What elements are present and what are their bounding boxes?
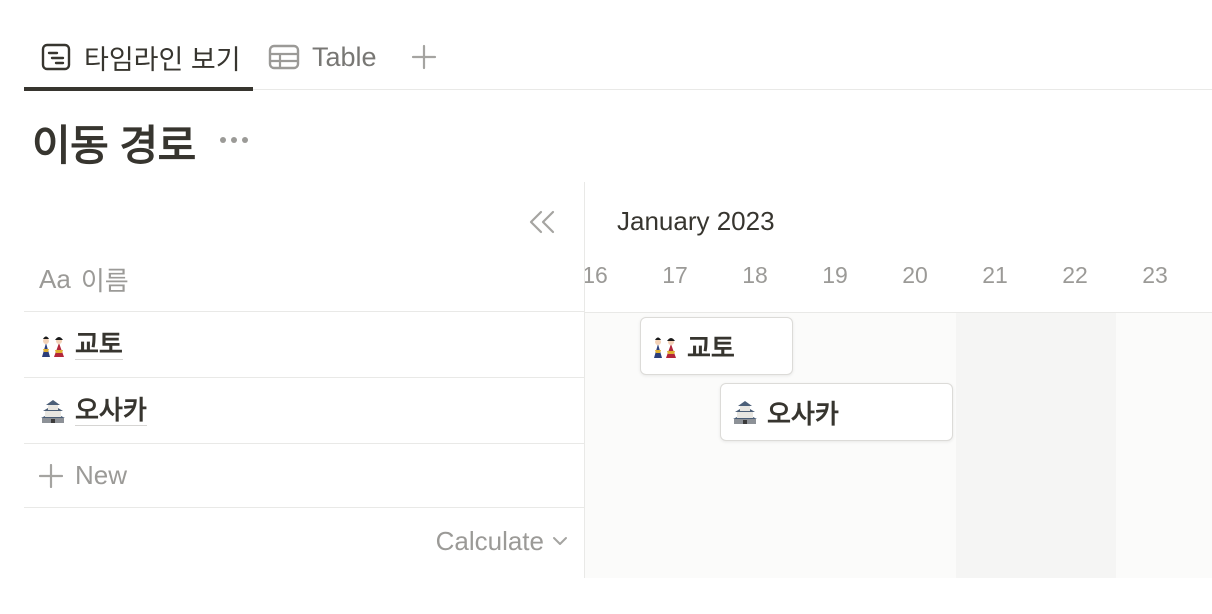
add-view-button[interactable] [408, 24, 440, 90]
page-title: 이동 경로 [32, 122, 196, 169]
day-label: 18 [742, 262, 768, 288]
day-label: 20 [902, 262, 928, 288]
table-row[interactable]: 오사카 [24, 378, 584, 444]
tab-table-view[interactable]: Table [268, 24, 377, 90]
more-options-button[interactable] [218, 128, 250, 152]
tab-timeline-label: 타임라인 보기 [84, 44, 241, 75]
timeline-grid[interactable]: 교토 오사카 [585, 312, 1212, 578]
plus-icon [39, 463, 63, 488]
kyoto-dolls-emoji [39, 331, 67, 359]
day-label: 21 [982, 262, 1008, 288]
double-chevron-left-icon [528, 210, 556, 234]
calculate-label: Calculate [435, 525, 544, 556]
timeline-item-label: 교토 [687, 332, 735, 363]
timeline-item-kyoto[interactable]: 교토 [640, 317, 793, 375]
japanese-castle-emoji [731, 398, 759, 426]
chevron-down-icon [552, 536, 568, 546]
timeline-day-header: 16 17 18 19 20 21 22 23 [585, 262, 1212, 292]
japanese-castle-emoji [39, 397, 67, 425]
timeline-item-osaka[interactable]: 오사카 [720, 383, 953, 441]
table-row[interactable]: 교토 [24, 312, 584, 378]
calculate-dropdown[interactable]: Calculate [436, 522, 568, 560]
tab-table-label: Table [312, 41, 377, 72]
timeline-month-label: January 2023 [617, 206, 775, 236]
day-label: 17 [662, 262, 688, 288]
day-label: 22 [1062, 262, 1088, 288]
collapse-table-button[interactable] [524, 204, 560, 240]
name-column-label: 이름 [80, 266, 129, 296]
table-icon [268, 41, 300, 73]
new-row-button[interactable]: New [24, 444, 584, 508]
more-dots-icon [218, 136, 250, 144]
day-label: 16 [584, 262, 608, 288]
text-property-icon: Aa [39, 264, 71, 294]
kyoto-dolls-emoji [651, 332, 679, 360]
tab-timeline-view[interactable]: 타임라인 보기 [24, 24, 253, 91]
row-name-kyoto[interactable]: 교토 [75, 329, 123, 360]
timeline-table-panel: Aa 이름 교토 오사카 New Calculate [24, 182, 584, 578]
plus-icon [411, 44, 437, 70]
view-tabs: 타임라인 보기 Table [24, 24, 1212, 91]
name-column-header[interactable]: Aa 이름 [24, 248, 584, 312]
timeline-item-label: 오사카 [767, 398, 839, 429]
weekend-shading [956, 313, 1116, 578]
new-row-label: New [75, 460, 128, 490]
timeline-icon [40, 41, 72, 73]
day-label: 19 [822, 262, 848, 288]
timeline-panel: January 2023 16 17 18 19 20 21 22 23 교토 … [584, 182, 1212, 578]
day-label: 23 [1142, 262, 1168, 288]
row-name-osaka[interactable]: 오사카 [75, 395, 147, 426]
